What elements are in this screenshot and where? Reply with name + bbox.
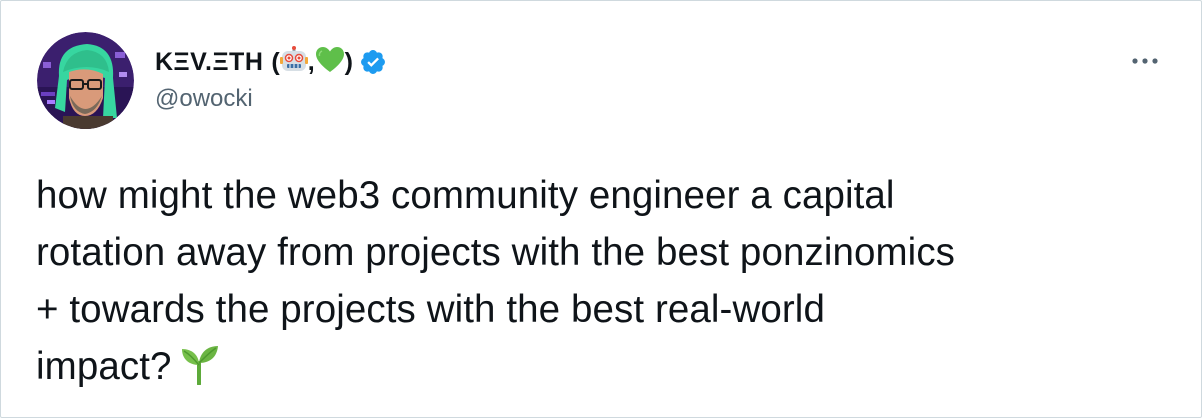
- tweet-card: KΞV.ΞTH ( ,) @owocki how might the web3…: [0, 0, 1202, 418]
- tweet-text: how might the web3 community engineer a …: [36, 167, 1176, 401]
- robot-face-icon: [279, 45, 308, 79]
- avatar-image: [37, 32, 134, 129]
- tweet-text-line: rotation away from projects with the bes…: [36, 231, 956, 274]
- name-open-paren: (: [271, 47, 280, 76]
- green-heart-icon: [315, 46, 345, 79]
- tweet-text-last-line: impact?: [36, 338, 1176, 401]
- more-horizontal-icon: [1131, 52, 1159, 70]
- name-close-paren: ): [344, 47, 353, 76]
- author-handle[interactable]: @owocki: [155, 85, 253, 113]
- tweet-text-line: impact?: [36, 345, 172, 388]
- tweet-text-line: + towards the projects with the best rea…: [36, 288, 825, 331]
- more-options-button[interactable]: [1123, 46, 1167, 76]
- display-name[interactable]: KΞV.ΞTH: [155, 48, 263, 77]
- seedling-icon: [180, 343, 220, 401]
- tweet-text-line: how might the web3 community engineer a …: [36, 174, 895, 217]
- verified-badge-icon: [359, 48, 387, 76]
- author-name-row[interactable]: KΞV.ΞTH ( ,): [155, 43, 387, 81]
- avatar[interactable]: [37, 32, 134, 129]
- name-separator: ,: [307, 47, 315, 76]
